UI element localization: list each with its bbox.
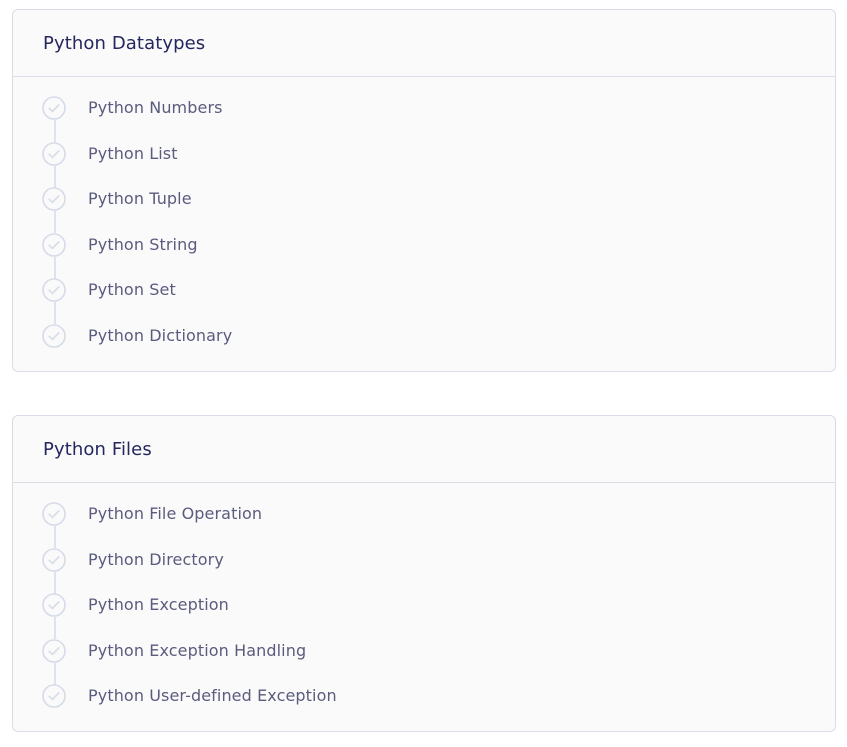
- check-circle-icon: [42, 684, 66, 709]
- step-item-python-file-operation[interactable]: Python File Operation: [13, 502, 835, 548]
- step-label: Python List: [88, 143, 178, 163]
- step-item-python-exception[interactable]: Python Exception: [13, 593, 835, 640]
- step-item-python-string[interactable]: Python String: [13, 232, 835, 279]
- step-item-python-list[interactable]: Python List: [13, 141, 835, 188]
- check-circle-icon: [42, 324, 66, 348]
- step-connector: [54, 120, 56, 142]
- section-card-python-files: Python Files Python File Operation Pytho…: [12, 415, 836, 732]
- check-circle-icon: [42, 547, 66, 572]
- step-label: Python Tuple: [88, 189, 192, 209]
- step-connector: [54, 617, 56, 640]
- step-label: Python File Operation: [88, 504, 263, 523]
- section-title: Python Datatypes: [43, 32, 206, 54]
- step-label: Python Dictionary: [88, 325, 233, 345]
- step-connector: [54, 302, 56, 325]
- section-header: Python Datatypes: [13, 10, 835, 77]
- check-circle-icon: [42, 638, 66, 663]
- step-label: Python Numbers: [88, 98, 223, 117]
- check-circle-icon: [42, 593, 66, 617]
- check-circle-icon: [42, 96, 66, 120]
- step-connector: [54, 165, 56, 188]
- step-connector: [54, 571, 56, 594]
- step-item-python-user-defined-exception[interactable]: Python User-defined Exception: [13, 684, 835, 730]
- step-list: Python File Operation Python Directory P…: [13, 483, 835, 730]
- step-item-python-directory[interactable]: Python Directory: [13, 547, 835, 594]
- step-item-python-dictionary[interactable]: Python Dictionary: [13, 324, 835, 370]
- step-connector: [54, 662, 56, 685]
- step-connector: [54, 256, 56, 279]
- step-label: Python String: [88, 234, 198, 254]
- step-item-python-set[interactable]: Python Set: [13, 278, 835, 325]
- step-label: Python Set: [88, 280, 176, 300]
- step-label: Python Exception Handling: [88, 640, 307, 660]
- step-item-python-tuple[interactable]: Python Tuple: [13, 187, 835, 234]
- step-connector: [54, 211, 56, 234]
- section-header: Python Files: [13, 416, 835, 483]
- step-label: Python User-defined Exception: [88, 686, 337, 706]
- check-circle-icon: [42, 502, 66, 526]
- step-connector: [54, 526, 56, 548]
- section-card-python-datatypes: Python Datatypes Python Numbers Python L…: [12, 9, 836, 372]
- check-circle-icon: [42, 141, 66, 166]
- step-label: Python Directory: [88, 549, 224, 569]
- check-circle-icon: [42, 278, 66, 303]
- check-circle-icon: [42, 232, 66, 257]
- check-circle-icon: [42, 187, 66, 211]
- step-item-python-numbers[interactable]: Python Numbers: [13, 96, 835, 142]
- step-item-python-exception-handling[interactable]: Python Exception Handling: [13, 638, 835, 685]
- step-list: Python Numbers Python List Python Tuple …: [13, 77, 835, 370]
- section-title: Python Files: [43, 438, 152, 460]
- step-label: Python Exception: [88, 595, 229, 615]
